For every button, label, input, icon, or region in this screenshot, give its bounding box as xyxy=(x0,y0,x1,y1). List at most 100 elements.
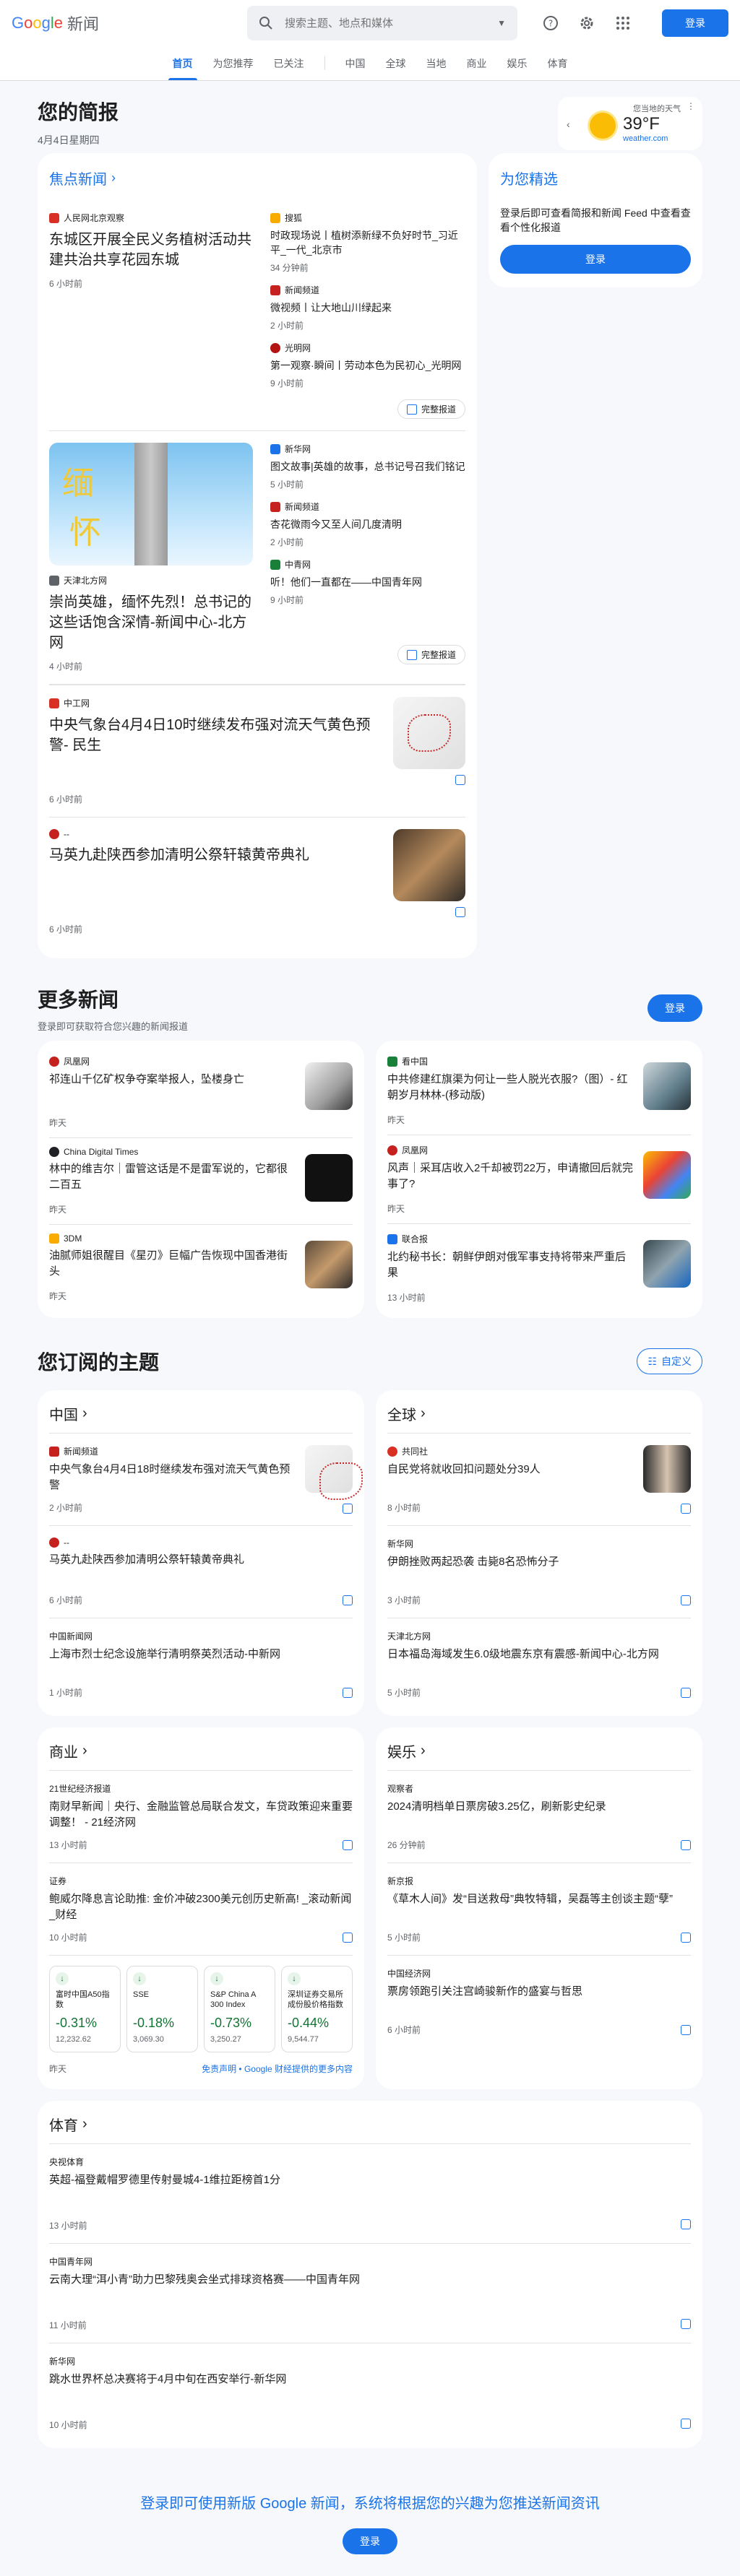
headline-link[interactable]: 时政现场说丨植树添新绿不负好时节_习近平_一代_北京市 xyxy=(270,228,465,257)
full-coverage-icon[interactable] xyxy=(681,1687,691,1698)
story-image[interactable] xyxy=(643,1240,691,1288)
topic-title-link[interactable]: 娱乐 › xyxy=(387,1727,691,1770)
full-coverage-icon[interactable] xyxy=(681,1932,691,1943)
story-image[interactable] xyxy=(305,1062,353,1110)
tab-sports[interactable]: 体育 xyxy=(538,46,578,80)
full-coverage-icon[interactable] xyxy=(681,1595,691,1605)
topic-title-link[interactable]: 商业 › xyxy=(49,1727,353,1770)
full-coverage-icon[interactable] xyxy=(343,1504,353,1514)
headline-link[interactable]: 跳水世界杯总决赛将于4月中旬在西安举行-新华网 xyxy=(49,2372,691,2388)
help-icon[interactable]: ? xyxy=(542,14,559,32)
headline-link[interactable]: 马英九赴陕西参加清明公祭轩辕黄帝典礼 xyxy=(49,1552,353,1568)
tab-entertainment[interactable]: 娱乐 xyxy=(497,46,538,80)
headline-link[interactable]: 中共修建红旗渠为何让一些人脱光衣服?（图）- 红朝岁月林林-(移动版) xyxy=(387,1072,634,1103)
story-image[interactable]: 缅 怀 xyxy=(49,443,253,565)
chevron-left-icon[interactable]: ‹ xyxy=(567,118,570,130)
tab-business[interactable]: 商业 xyxy=(457,46,497,80)
tab-local[interactable]: 当地 xyxy=(416,46,457,80)
full-coverage-icon[interactable] xyxy=(455,775,465,785)
story-image[interactable] xyxy=(393,697,465,769)
headline-link[interactable]: 北约秘书长：朝鲜伊朗对俄军事支持将带来严重后果 xyxy=(387,1249,634,1281)
headline-link[interactable]: 鲍威尔降息言论助推: 金价冲破2300美元创历史新高! _滚动新闻_财经 xyxy=(49,1891,353,1923)
story-image[interactable] xyxy=(305,1445,363,1500)
search-icon[interactable] xyxy=(259,16,273,30)
source-label: 中工网 xyxy=(49,697,382,709)
headline-link[interactable]: 东城区开展全民义务植树活动共建共治共享花园东城 xyxy=(49,230,253,270)
more-vert-icon[interactable]: ⋮ xyxy=(687,101,695,111)
headline-link[interactable]: 云南大理“洱小青”助力巴黎残奥会坐式排球资格赛——中国青年网 xyxy=(49,2272,691,2288)
story-time: 10 小时前 xyxy=(49,1933,87,1943)
tab-following[interactable]: 已关注 xyxy=(264,46,314,80)
story-image[interactable] xyxy=(305,1154,353,1202)
story-image[interactable] xyxy=(643,1445,691,1493)
full-coverage-icon[interactable] xyxy=(343,1932,353,1943)
headline-link[interactable]: 中央气象台4月4日10时继续发布强对流天气黄色预警- 民生 xyxy=(49,715,382,755)
headline-link[interactable]: 祁连山千亿矿权争夺案举报人，坠楼身亡 xyxy=(49,1072,296,1088)
tab-china[interactable]: 中国 xyxy=(335,46,376,80)
topic-title-link[interactable]: 全球 › xyxy=(387,1390,691,1433)
headline-link[interactable]: 油腻师姐很醒目《星刃》巨幅广告恢现中国香港街头 xyxy=(49,1248,296,1280)
headline-link[interactable]: 日本福岛海域发生6.0级地震东京有震感-新闻中心-北方网 xyxy=(387,1647,691,1662)
customize-button[interactable]: ☷ 自定义 xyxy=(637,1348,702,1374)
headline-link[interactable]: 第一观察·瞬间丨劳动本色为民初心_光明网 xyxy=(270,358,465,373)
full-coverage-icon[interactable] xyxy=(681,1504,691,1514)
headline-link[interactable]: 南财早新闻｜央行、金融监管总局联合发文，车贷政策迎来重要调整！ - 21经济网 xyxy=(49,1799,353,1831)
search-box[interactable]: ▼ xyxy=(247,6,517,40)
topic-title-link[interactable]: 体育 › xyxy=(49,2101,691,2143)
full-coverage-icon[interactable] xyxy=(681,2219,691,2229)
weather-source-link[interactable]: weather.com xyxy=(623,134,668,143)
tab-for-you[interactable]: 为您推荐 xyxy=(203,46,264,80)
headline-link[interactable]: 伊朗挫败两起恐袭 击毙8名恐怖分子 xyxy=(387,1554,691,1570)
stock-card[interactable]: ↓ 富时中国A50指数 -0.31% 12,232.62 xyxy=(49,1966,121,2052)
full-coverage-icon[interactable] xyxy=(343,1687,353,1698)
headline-link[interactable]: 图文故事|英雄的故事，总书记号召我们铭记 xyxy=(270,459,465,474)
gear-icon[interactable] xyxy=(578,14,595,32)
full-coverage-icon[interactable] xyxy=(681,2024,691,2035)
headline-link[interactable]: 微视频丨让大地山川绿起来 xyxy=(270,300,465,315)
headline-link[interactable]: 杏花微雨今又至人间几度清明 xyxy=(270,517,465,532)
weather-location: 您当地的天气 xyxy=(633,105,681,113)
headline-link[interactable]: 马英九赴陕西参加清明公祭轩辕黄帝典礼 xyxy=(49,845,382,865)
disclaimer-link[interactable]: 免责声明 • Google 财经提供的更多内容 xyxy=(202,2063,353,2075)
stock-card[interactable]: ↓ 深圳证券交易所成份股价格指数 -0.44% 9,544.77 xyxy=(281,1966,353,2052)
full-coverage-icon[interactable] xyxy=(343,1839,353,1850)
headline-link[interactable]: 2024清明档单日票房破3.25亿，刷新影史纪录 xyxy=(387,1799,691,1815)
apps-grid-icon[interactable] xyxy=(614,14,632,32)
headline-link[interactable]: 听！他们一直都在——中国青年网 xyxy=(270,575,465,589)
full-coverage-icon[interactable] xyxy=(681,1839,691,1850)
story-image[interactable] xyxy=(305,1241,353,1288)
full-coverage-button[interactable]: 完整报道 xyxy=(397,645,465,664)
weather-widget[interactable]: 您当地的天气 ⋮ ‹ 39°F weather.com xyxy=(558,97,702,150)
story-image[interactable] xyxy=(643,1151,691,1199)
headline-link[interactable]: 林中的维吉尔｜雷管这话是不是雷军说的，它都很二百五 xyxy=(49,1161,296,1193)
headline-link[interactable]: 风声｜采耳店收入2千却被罚22万，申请撤回后就完事了? xyxy=(387,1161,634,1192)
stock-card[interactable]: ↓ S&P China A 300 Index (CNY) -0.73% 3,2… xyxy=(204,1966,275,2052)
story-image[interactable] xyxy=(393,829,465,901)
headline-link[interactable]: 崇尚英雄，缅怀先烈！总书记的这些话饱含深情-新闻中心-北方网 xyxy=(49,592,253,653)
google-news-logo[interactable]: Google 新闻 xyxy=(12,12,228,35)
headline-link[interactable]: 自民党将就收回扣问题处分39人 xyxy=(387,1462,634,1478)
chevron-down-icon[interactable]: ▼ xyxy=(497,18,506,28)
story-image[interactable] xyxy=(643,1062,691,1110)
headline-link[interactable]: 《草木人间》发“目送救母”典牧特辑，吴磊等主创谈主题“孽” xyxy=(387,1891,691,1907)
tab-world[interactable]: 全球 xyxy=(376,46,416,80)
stock-card[interactable]: ↓ SSE -0.18% 3,069.30 xyxy=(126,1966,198,2052)
topic-title-link[interactable]: 中国 › xyxy=(49,1390,353,1433)
search-input[interactable] xyxy=(285,17,498,30)
headline-link[interactable]: 英超-福登戴帽罗德里传射曼城4-1维拉距榜首1分 xyxy=(49,2172,691,2188)
full-coverage-icon[interactable] xyxy=(343,1595,353,1605)
sign-in-button[interactable]: 登录 xyxy=(662,9,728,37)
full-coverage-icon[interactable] xyxy=(681,2319,691,2329)
headline-link[interactable]: 上海市烈士纪念设施举行清明祭英烈活动-中新网 xyxy=(49,1647,353,1662)
full-coverage-icon[interactable] xyxy=(455,907,465,917)
headline-link[interactable]: 票房领跑引关注宫崎骏新作的盛宴与哲思 xyxy=(387,1984,691,2000)
tab-home[interactable]: 首页 xyxy=(163,46,203,80)
full-coverage-icon[interactable] xyxy=(681,2419,691,2429)
footer-sign-in-button[interactable]: 登录 xyxy=(343,2528,397,2554)
list-item: 中国新闻网 上海市烈士纪念设施举行清明祭英烈活动-中新网 1 小时前 xyxy=(49,1618,353,1710)
top-stories-link[interactable]: 焦点新闻 › xyxy=(49,153,465,200)
headline-link[interactable]: 中央气象台4月4日18时继续发布强对流天气黄色预警 xyxy=(49,1462,296,1493)
picks-sign-in-button[interactable]: 登录 xyxy=(500,245,691,274)
more-news-sign-in-button[interactable]: 登录 xyxy=(648,994,702,1022)
full-coverage-button[interactable]: 完整报道 xyxy=(397,399,465,419)
